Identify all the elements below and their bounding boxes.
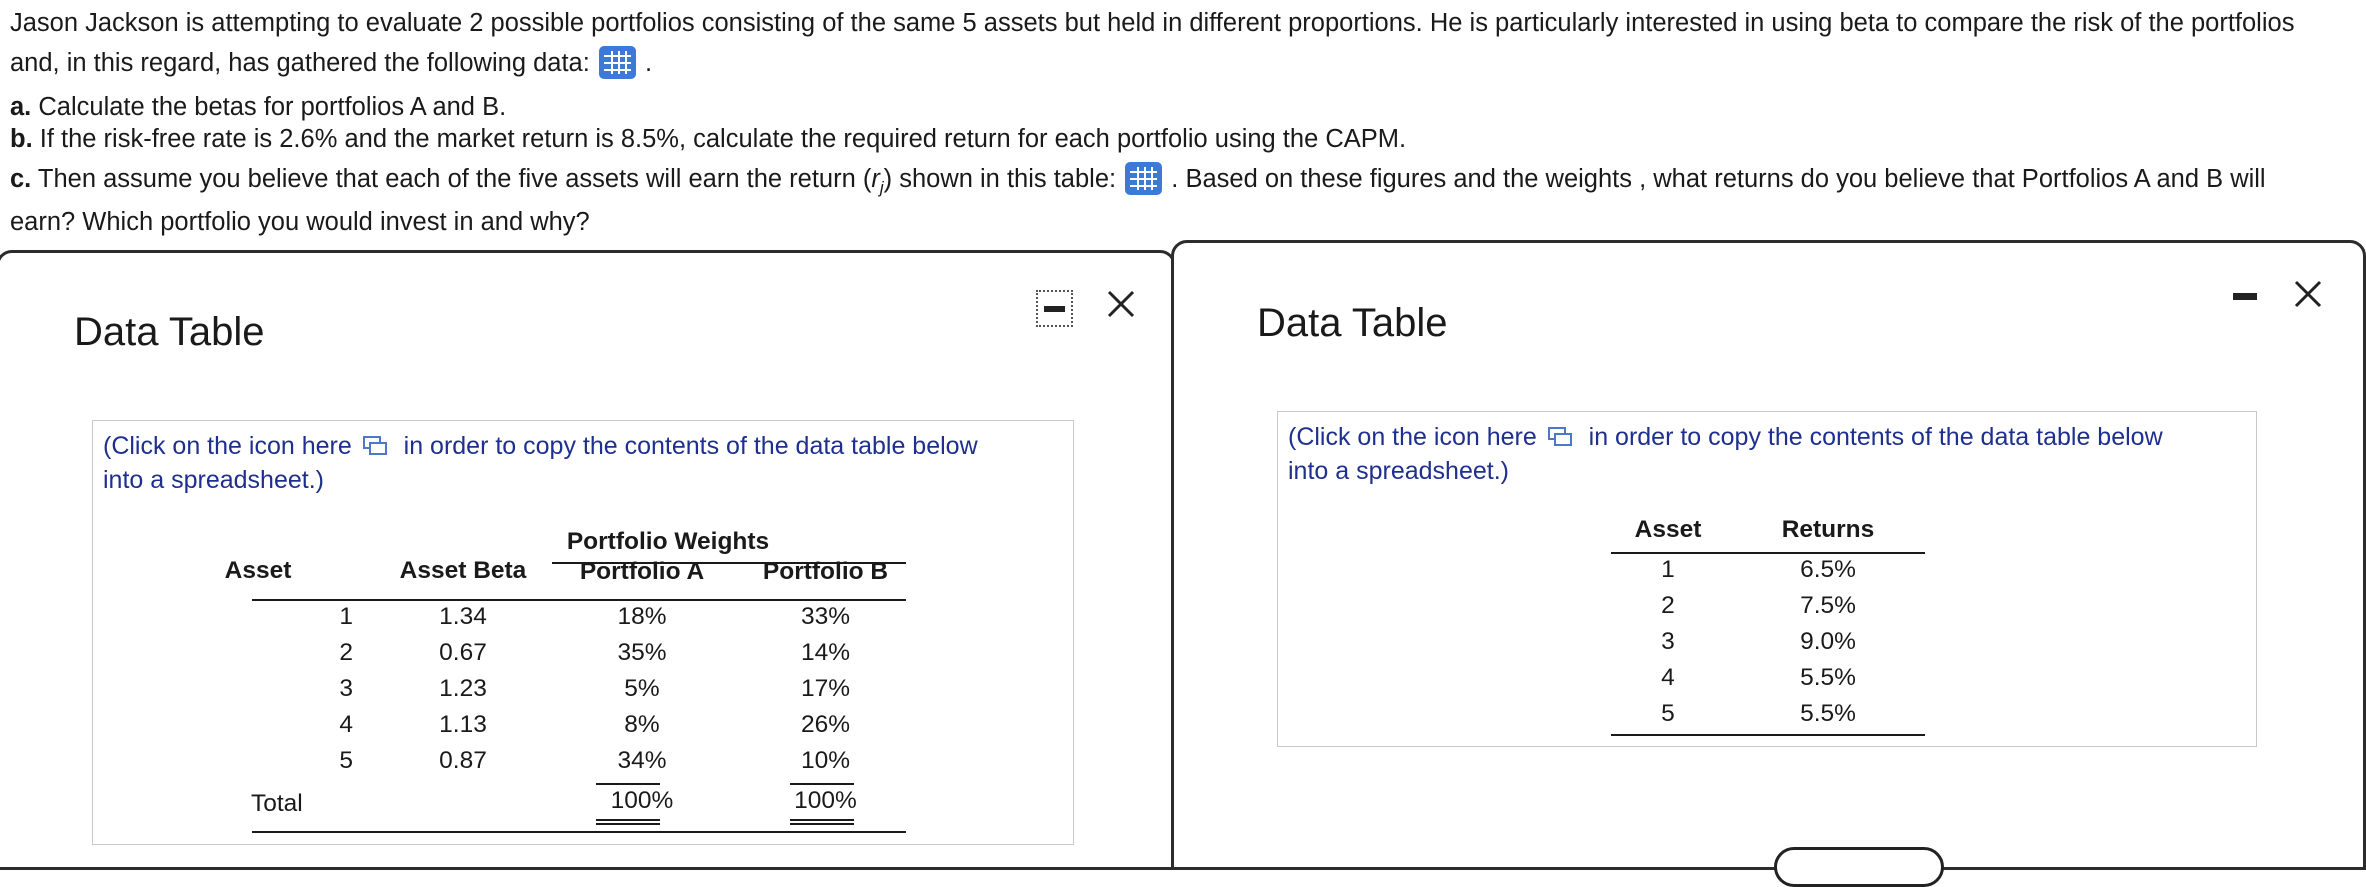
part-a-label: a.	[10, 93, 32, 121]
bottom-rule	[1611, 734, 1925, 736]
copy-hint-before: (Click on the icon here	[1288, 423, 1537, 451]
question-line-2-period: .	[645, 49, 653, 77]
total-a: 100%	[610, 787, 674, 814]
question-line-1: Jason Jackson is attempting to evaluate …	[10, 9, 2295, 37]
close-icon	[1107, 290, 1135, 318]
copy-hint-before: (Click on the icon here	[103, 432, 352, 460]
copy-hint-after: in order to copy the contents of the dat…	[1588, 423, 2163, 451]
double-rule-b-1	[790, 819, 854, 821]
cell-weight-b: 33%	[800, 603, 851, 630]
part-c-text-after: . Based on these figures and the weights…	[1171, 165, 2266, 193]
cell-asset: 4	[1661, 664, 1675, 691]
cell-weight-a: 34%	[617, 747, 667, 774]
cell-weight-a: 35%	[617, 639, 667, 666]
question-line-2-text: and, in this regard, has gathered the fo…	[10, 49, 590, 77]
sum-rule-b	[790, 783, 854, 785]
data-table-box: (Click on the icon here in order to copy…	[92, 420, 1074, 845]
col-header-asset: Asset	[224, 557, 292, 584]
copy-hint-line-2: into a spreadsheet.)	[103, 466, 324, 494]
question-part-c-line-2: earn? Which portfolio you would invest i…	[10, 208, 590, 236]
part-c-var: r	[871, 165, 880, 193]
cell-asset: 4	[339, 711, 353, 738]
cell-beta: 0.67	[439, 639, 487, 666]
data-table-panel-left: Data Table (Click on the icon here in or…	[0, 250, 1176, 870]
col-header-portfolio-a: Portfolio A	[579, 558, 705, 585]
cell-weight-b: 17%	[800, 675, 851, 702]
question-line-2: and, in this regard, has gathered the fo…	[10, 44, 652, 82]
part-c-label: c.	[10, 165, 32, 193]
cell-asset: 3	[1661, 628, 1675, 655]
copy-icon[interactable]	[1547, 427, 1574, 447]
group-header: Portfolio Weights	[566, 528, 770, 555]
header-rule	[252, 599, 906, 601]
cell-return: 9.0%	[1800, 628, 1856, 655]
header-rule	[1611, 552, 1925, 554]
sum-rule-a	[596, 783, 660, 785]
part-b-label: b.	[10, 125, 33, 153]
cell-beta: 0.87	[439, 747, 487, 774]
cell-return: 5.5%	[1800, 664, 1856, 691]
data-table-box: (Click on the icon here in order to copy…	[1277, 411, 2257, 747]
panel-title: Data Table	[1257, 301, 1448, 345]
total-b: 100%	[794, 787, 857, 814]
col-header-asset: Asset	[1634, 516, 1702, 543]
copy-hint: (Click on the icon here in order to copy…	[103, 429, 978, 497]
cell-asset: 3	[339, 675, 353, 702]
copy-hint-after: in order to copy the contents of the dat…	[403, 432, 978, 460]
table-grid-icon[interactable]	[1125, 162, 1163, 195]
cell-return: 7.5%	[1800, 592, 1856, 619]
panel-title: Data Table	[74, 310, 265, 354]
cell-weight-a: 8%	[624, 711, 660, 738]
cell-beta: 1.13	[439, 711, 487, 738]
part-c-text-mid: ) shown in this table:	[883, 165, 1117, 193]
cell-weight-a: 18%	[617, 603, 667, 630]
col-header-beta: Asset Beta	[399, 557, 527, 584]
copy-hint: (Click on the icon here in order to copy…	[1288, 420, 2163, 488]
cell-weight-b: 14%	[800, 639, 851, 666]
part-b-text: If the risk-free rate is 2.6% and the ma…	[39, 125, 1407, 153]
cell-weight-b: 26%	[800, 711, 851, 738]
total-label: Total	[251, 790, 303, 817]
cell-return: 5.5%	[1800, 700, 1856, 727]
cell-asset: 1	[1661, 556, 1675, 583]
close-button[interactable]	[2291, 277, 2325, 311]
copy-hint-line-2: into a spreadsheet.)	[1288, 457, 1509, 485]
cell-asset: 1	[339, 603, 353, 630]
part-c-text-before: Then assume you believe that each of the…	[37, 165, 872, 193]
cell-beta: 1.34	[439, 603, 487, 630]
double-rule-a-2	[596, 823, 660, 825]
cell-asset: 2	[339, 639, 353, 666]
double-rule-a-1	[596, 819, 660, 821]
copy-icon[interactable]	[362, 436, 389, 456]
col-header-portfolio-b: Portfolio B	[762, 558, 889, 585]
cell-return: 6.5%	[1800, 556, 1856, 583]
cell-weight-a: 5%	[624, 675, 660, 702]
minimize-icon	[2233, 293, 2257, 300]
cell-asset: 2	[1661, 592, 1675, 619]
cell-asset: 5	[1661, 700, 1675, 727]
col-header-returns: Returns	[1781, 516, 1875, 543]
table-grid-icon[interactable]	[598, 46, 636, 79]
cell-beta: 1.23	[439, 675, 487, 702]
question-part-c: c. Then assume you believe that each of …	[10, 160, 2266, 207]
close-button[interactable]	[1104, 287, 1138, 321]
close-icon	[2294, 280, 2322, 308]
question-part-b: b. If the risk-free rate is 2.6% and the…	[10, 120, 1406, 158]
double-rule-b-2	[790, 823, 854, 825]
cell-weight-b: 10%	[800, 747, 851, 774]
bottom-rule	[252, 831, 906, 833]
cell-asset: 5	[339, 747, 353, 774]
data-table-panel-right: Data Table (Click on the icon here in or…	[1171, 240, 2366, 887]
action-button[interactable]	[1774, 847, 1944, 887]
minimize-icon	[1044, 306, 1065, 312]
minimize-button[interactable]	[2228, 286, 2262, 306]
minimize-button[interactable]	[1036, 290, 1073, 327]
part-a-text: Calculate the betas for portfolios A and…	[38, 93, 507, 121]
